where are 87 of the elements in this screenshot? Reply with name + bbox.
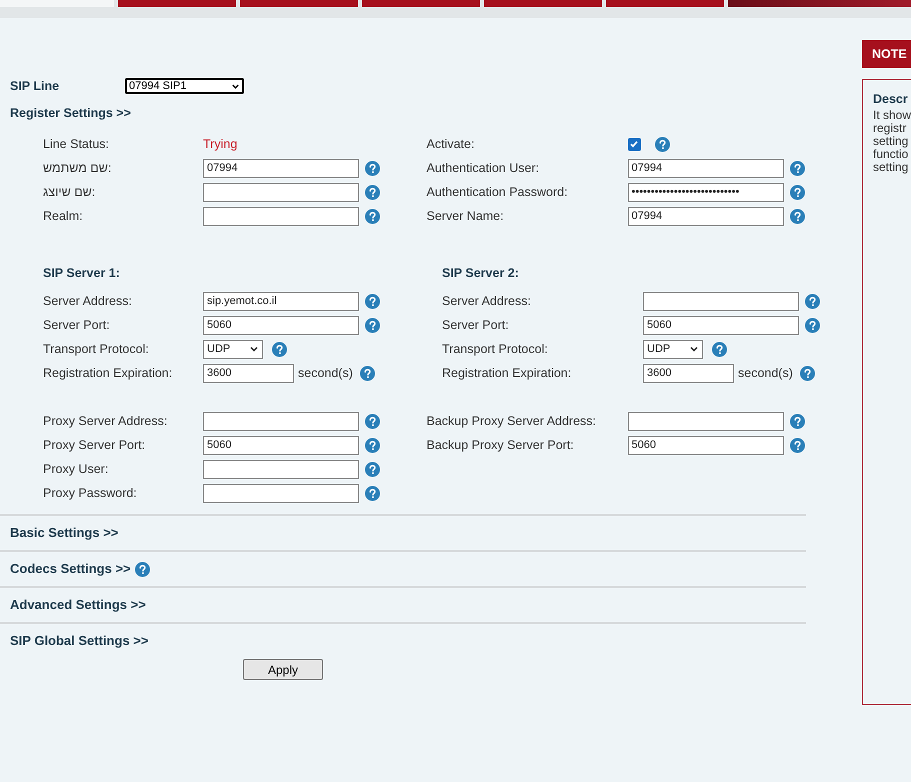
- help-icon[interactable]: [790, 184, 804, 200]
- field-label: שם שיוצג:: [43, 184, 96, 199]
- unit-label: second(s): [738, 364, 793, 382]
- help-icon[interactable]: [365, 208, 380, 224]
- input-field[interactable]: [203, 412, 359, 430]
- help-icon[interactable]: [805, 318, 820, 332]
- field-label: Proxy Server Port:: [43, 438, 146, 452]
- section-header[interactable]: Advanced Settings >>: [10, 595, 146, 615]
- server-title: SIP Server 2:: [442, 265, 519, 282]
- field-label: Proxy Server Address:: [43, 414, 168, 428]
- input-field[interactable]: [203, 182, 359, 202]
- help-icon[interactable]: [365, 438, 380, 452]
- input-field[interactable]: [203, 484, 359, 502]
- field-label: Line Status:: [43, 136, 110, 151]
- input-field[interactable]: 3600: [643, 364, 734, 382]
- field-label: Backup Proxy Server Address:: [426, 414, 596, 428]
- field-label: Proxy Password:: [43, 486, 137, 500]
- checkbox[interactable]: [628, 138, 640, 150]
- input-field[interactable]: ••••••••••••••••••••••••••••: [628, 182, 784, 202]
- section-header[interactable]: Codecs Settings >>: [10, 559, 131, 579]
- sip-line-label: SIP Line: [10, 78, 60, 95]
- field-label: Transport Protocol:: [43, 342, 149, 356]
- help-icon[interactable]: [365, 160, 380, 176]
- section-header[interactable]: SIP Global Settings >>: [10, 631, 148, 651]
- input-field[interactable]: 3600: [203, 364, 294, 382]
- unit-label: second(s): [298, 364, 353, 382]
- input-field[interactable]: [203, 206, 359, 226]
- field-label: Transport Protocol:: [442, 342, 548, 356]
- field-label: Backup Proxy Server Port:: [426, 438, 574, 452]
- input-field[interactable]: 5060: [643, 316, 799, 334]
- field-label: Registration Expiration:: [43, 366, 172, 380]
- input-field[interactable]: 5060: [203, 436, 359, 454]
- help-icon[interactable]: [654, 136, 670, 152]
- field-label: Server Port:: [43, 318, 110, 332]
- section-header[interactable]: Basic Settings >>: [10, 523, 118, 543]
- help-icon[interactable]: [712, 342, 727, 356]
- field-label: Registration Expiration:: [442, 366, 572, 380]
- field-label: Realm:: [43, 208, 83, 223]
- field-label: Server Port:: [442, 318, 509, 332]
- note-text: setting: [873, 160, 910, 174]
- input-field[interactable]: 07994: [628, 158, 784, 178]
- help-icon[interactable]: [134, 562, 150, 576]
- field-label: Activate:: [426, 136, 474, 151]
- help-icon[interactable]: [805, 294, 820, 308]
- chevron-down-icon: [249, 344, 259, 354]
- field-label: Server Address:: [442, 294, 531, 308]
- help-icon[interactable]: [365, 184, 380, 200]
- help-icon[interactable]: [365, 294, 380, 308]
- apply-button[interactable]: Apply: [243, 659, 323, 680]
- field-label: Authentication User:: [426, 160, 540, 175]
- input-field[interactable]: [643, 292, 799, 310]
- note-text: setting: [873, 134, 910, 148]
- note-text: It show: [873, 108, 911, 122]
- field-label: Server Address:: [43, 294, 132, 308]
- input-field[interactable]: 07994: [628, 206, 784, 226]
- help-icon[interactable]: [790, 438, 804, 452]
- chevron-down-icon: [689, 344, 699, 354]
- protocol-select[interactable]: UDP: [203, 340, 263, 358]
- help-icon[interactable]: [365, 486, 380, 500]
- protocol-select[interactable]: UDP: [643, 340, 703, 358]
- input-field[interactable]: [203, 460, 359, 478]
- server-title: SIP Server 1:: [43, 265, 120, 282]
- help-icon[interactable]: [790, 208, 804, 224]
- help-icon[interactable]: [365, 462, 380, 476]
- note-title: Descr: [873, 91, 909, 108]
- input-field[interactable]: 5060: [203, 316, 359, 334]
- help-icon[interactable]: [790, 160, 804, 176]
- chevron-down-icon: [231, 82, 240, 90]
- help-icon[interactable]: [790, 414, 804, 428]
- status-text: Trying: [203, 136, 238, 153]
- field-label: שם משתמש:: [43, 160, 112, 175]
- note-text: functio: [873, 148, 910, 161]
- help-icon[interactable]: [360, 366, 375, 380]
- field-label: Server Name:: [426, 208, 504, 223]
- note-text: registr: [873, 122, 908, 135]
- help-icon[interactable]: [272, 342, 287, 356]
- sip-line-select[interactable]: 07994 SIP1: [125, 78, 244, 94]
- help-icon[interactable]: [365, 318, 380, 332]
- section-header[interactable]: Register Settings >>: [10, 104, 131, 122]
- input-field[interactable]: sip.yemot.co.il: [203, 292, 359, 310]
- field-label: Proxy User:: [43, 462, 108, 476]
- help-icon[interactable]: [365, 414, 380, 428]
- input-field[interactable]: 07994: [203, 158, 359, 178]
- input-field[interactable]: 5060: [628, 436, 784, 454]
- input-field[interactable]: [628, 412, 784, 430]
- help-icon[interactable]: [800, 366, 815, 380]
- field-label: Authentication Password:: [426, 184, 568, 199]
